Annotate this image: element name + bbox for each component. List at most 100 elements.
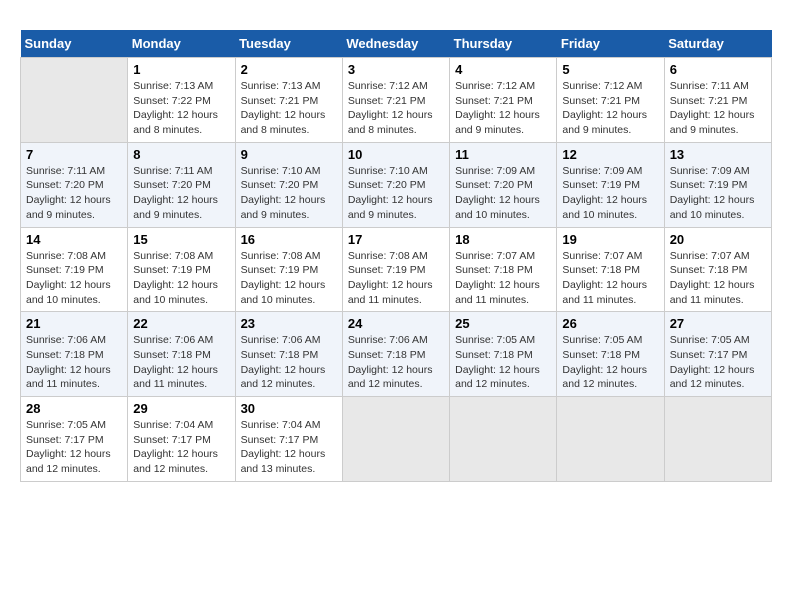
calendar-cell: 6 Sunrise: 7:11 AMSunset: 7:21 PMDaylight… <box>664 58 771 143</box>
calendar-cell: 18 Sunrise: 7:07 AMSunset: 7:18 PMDayligh… <box>450 227 557 312</box>
weekday-header-sunday: Sunday <box>21 30 128 58</box>
calendar-week-row: 7 Sunrise: 7:11 AMSunset: 7:20 PMDaylight… <box>21 142 772 227</box>
cell-info: Sunrise: 7:08 AMSunset: 7:19 PMDaylight:… <box>348 249 444 308</box>
calendar-cell: 26 Sunrise: 7:05 AMSunset: 7:18 PMDayligh… <box>557 312 664 397</box>
day-number: 22 <box>133 316 229 331</box>
cell-info: Sunrise: 7:07 AMSunset: 7:18 PMDaylight:… <box>455 249 551 308</box>
cell-info: Sunrise: 7:05 AMSunset: 7:17 PMDaylight:… <box>670 333 766 392</box>
day-number: 29 <box>133 401 229 416</box>
day-number: 7 <box>26 147 122 162</box>
cell-info: Sunrise: 7:10 AMSunset: 7:20 PMDaylight:… <box>348 164 444 223</box>
day-number: 9 <box>241 147 337 162</box>
calendar-cell: 10 Sunrise: 7:10 AMSunset: 7:20 PMDayligh… <box>342 142 449 227</box>
calendar-cell: 28 Sunrise: 7:05 AMSunset: 7:17 PMDayligh… <box>21 397 128 482</box>
calendar-cell <box>664 397 771 482</box>
day-number: 30 <box>241 401 337 416</box>
calendar-cell <box>21 58 128 143</box>
day-number: 14 <box>26 232 122 247</box>
cell-info: Sunrise: 7:13 AMSunset: 7:22 PMDaylight:… <box>133 79 229 138</box>
day-number: 26 <box>562 316 658 331</box>
cell-info: Sunrise: 7:10 AMSunset: 7:20 PMDaylight:… <box>241 164 337 223</box>
day-number: 13 <box>670 147 766 162</box>
weekday-header-tuesday: Tuesday <box>235 30 342 58</box>
calendar-week-row: 1Sunrise: 7:13 AMSunset: 7:22 PMDaylight… <box>21 58 772 143</box>
calendar-cell <box>557 397 664 482</box>
day-number: 16 <box>241 232 337 247</box>
day-number: 20 <box>670 232 766 247</box>
cell-info: Sunrise: 7:13 AMSunset: 7:21 PMDaylight:… <box>241 79 337 138</box>
day-number: 11 <box>455 147 551 162</box>
cell-info: Sunrise: 7:08 AMSunset: 7:19 PMDaylight:… <box>241 249 337 308</box>
cell-info: Sunrise: 7:06 AMSunset: 7:18 PMDaylight:… <box>133 333 229 392</box>
calendar-cell: 3 Sunrise: 7:12 AMSunset: 7:21 PMDaylight… <box>342 58 449 143</box>
calendar-week-row: 14 Sunrise: 7:08 AMSunset: 7:19 PMDayligh… <box>21 227 772 312</box>
calendar-cell: 17 Sunrise: 7:08 AMSunset: 7:19 PMDayligh… <box>342 227 449 312</box>
calendar-cell: 23 Sunrise: 7:06 AMSunset: 7:18 PMDayligh… <box>235 312 342 397</box>
weekday-header-row: SundayMondayTuesdayWednesdayThursdayFrid… <box>21 30 772 58</box>
calendar-cell: 21 Sunrise: 7:06 AMSunset: 7:18 PMDayligh… <box>21 312 128 397</box>
day-number: 24 <box>348 316 444 331</box>
calendar-cell: 4Sunrise: 7:12 AMSunset: 7:21 PMDaylight… <box>450 58 557 143</box>
calendar-cell: 24 Sunrise: 7:06 AMSunset: 7:18 PMDayligh… <box>342 312 449 397</box>
cell-info: Sunrise: 7:06 AMSunset: 7:18 PMDaylight:… <box>241 333 337 392</box>
calendar-week-row: 28 Sunrise: 7:05 AMSunset: 7:17 PMDayligh… <box>21 397 772 482</box>
day-number: 28 <box>26 401 122 416</box>
cell-info: Sunrise: 7:11 AMSunset: 7:20 PMDaylight:… <box>133 164 229 223</box>
calendar-cell: 14Sunrise: 7:08 AMSunset: 7:19 PMDayligh… <box>21 227 128 312</box>
day-number: 23 <box>241 316 337 331</box>
calendar-cell: 30 Sunrise: 7:04 AMSunset: 7:17 PMDayligh… <box>235 397 342 482</box>
calendar-table: SundayMondayTuesdayWednesdayThursdayFrid… <box>20 30 772 482</box>
calendar-cell <box>450 397 557 482</box>
cell-info: Sunrise: 7:04 AMSunset: 7:17 PMDaylight:… <box>241 418 337 477</box>
calendar-cell: 2 Sunrise: 7:13 AMSunset: 7:21 PMDaylight… <box>235 58 342 143</box>
cell-info: Sunrise: 7:08 AMSunset: 7:19 PMDaylight:… <box>133 249 229 308</box>
calendar-cell: 27 Sunrise: 7:05 AMSunset: 7:17 PMDayligh… <box>664 312 771 397</box>
weekday-header-saturday: Saturday <box>664 30 771 58</box>
cell-info: Sunrise: 7:05 AMSunset: 7:18 PMDaylight:… <box>455 333 551 392</box>
day-number: 10 <box>348 147 444 162</box>
calendar-cell: 11 Sunrise: 7:09 AMSunset: 7:20 PMDayligh… <box>450 142 557 227</box>
calendar-cell: 5Sunrise: 7:12 AMSunset: 7:21 PMDaylight… <box>557 58 664 143</box>
calendar-cell: 15Sunrise: 7:08 AMSunset: 7:19 PMDayligh… <box>128 227 235 312</box>
calendar-cell: 29 Sunrise: 7:04 AMSunset: 7:17 PMDayligh… <box>128 397 235 482</box>
day-number: 6 <box>670 62 766 77</box>
day-number: 19 <box>562 232 658 247</box>
cell-info: Sunrise: 7:06 AMSunset: 7:18 PMDaylight:… <box>348 333 444 392</box>
cell-info: Sunrise: 7:04 AMSunset: 7:17 PMDaylight:… <box>133 418 229 477</box>
calendar-week-row: 21 Sunrise: 7:06 AMSunset: 7:18 PMDayligh… <box>21 312 772 397</box>
cell-info: Sunrise: 7:07 AMSunset: 7:18 PMDaylight:… <box>562 249 658 308</box>
cell-info: Sunrise: 7:11 AMSunset: 7:20 PMDaylight:… <box>26 164 122 223</box>
calendar-cell: 16 Sunrise: 7:08 AMSunset: 7:19 PMDayligh… <box>235 227 342 312</box>
cell-info: Sunrise: 7:05 AMSunset: 7:18 PMDaylight:… <box>562 333 658 392</box>
day-number: 18 <box>455 232 551 247</box>
day-number: 2 <box>241 62 337 77</box>
cell-info: Sunrise: 7:12 AMSunset: 7:21 PMDaylight:… <box>348 79 444 138</box>
calendar-cell: 1Sunrise: 7:13 AMSunset: 7:22 PMDaylight… <box>128 58 235 143</box>
cell-info: Sunrise: 7:09 AMSunset: 7:19 PMDaylight:… <box>670 164 766 223</box>
day-number: 25 <box>455 316 551 331</box>
cell-info: Sunrise: 7:09 AMSunset: 7:20 PMDaylight:… <box>455 164 551 223</box>
cell-info: Sunrise: 7:12 AMSunset: 7:21 PMDaylight:… <box>455 79 551 138</box>
calendar-cell: 20Sunrise: 7:07 AMSunset: 7:18 PMDayligh… <box>664 227 771 312</box>
day-number: 8 <box>133 147 229 162</box>
calendar-cell: 7 Sunrise: 7:11 AMSunset: 7:20 PMDaylight… <box>21 142 128 227</box>
day-number: 12 <box>562 147 658 162</box>
calendar-cell: 12Sunrise: 7:09 AMSunset: 7:19 PMDayligh… <box>557 142 664 227</box>
calendar-cell: 13 Sunrise: 7:09 AMSunset: 7:19 PMDayligh… <box>664 142 771 227</box>
cell-info: Sunrise: 7:05 AMSunset: 7:17 PMDaylight:… <box>26 418 122 477</box>
day-number: 3 <box>348 62 444 77</box>
day-number: 17 <box>348 232 444 247</box>
calendar-cell: 9 Sunrise: 7:10 AMSunset: 7:20 PMDaylight… <box>235 142 342 227</box>
calendar-cell: 19 Sunrise: 7:07 AMSunset: 7:18 PMDayligh… <box>557 227 664 312</box>
cell-info: Sunrise: 7:06 AMSunset: 7:18 PMDaylight:… <box>26 333 122 392</box>
day-number: 21 <box>26 316 122 331</box>
weekday-header-monday: Monday <box>128 30 235 58</box>
day-number: 27 <box>670 316 766 331</box>
weekday-header-friday: Friday <box>557 30 664 58</box>
calendar-cell: 8 Sunrise: 7:11 AMSunset: 7:20 PMDaylight… <box>128 142 235 227</box>
calendar-cell <box>342 397 449 482</box>
weekday-header-thursday: Thursday <box>450 30 557 58</box>
day-number: 5 <box>562 62 658 77</box>
cell-info: Sunrise: 7:11 AMSunset: 7:21 PMDaylight:… <box>670 79 766 138</box>
weekday-header-wednesday: Wednesday <box>342 30 449 58</box>
